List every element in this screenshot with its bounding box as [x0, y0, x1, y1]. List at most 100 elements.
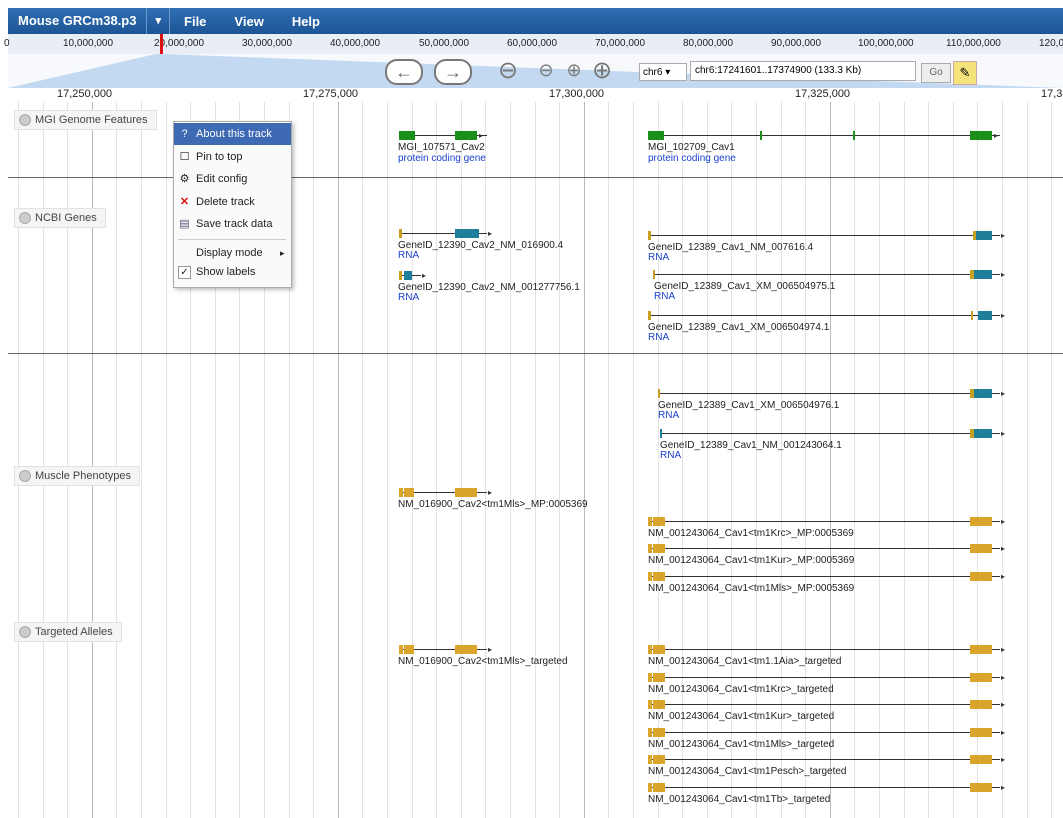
overview-tick: 0: [4, 38, 10, 49]
zoom-in-icon: ⊕: [566, 59, 582, 80]
track-menu-icon[interactable]: [19, 114, 31, 126]
exon-box: [648, 755, 652, 764]
menu-item-label: About this track: [196, 128, 272, 140]
exon-box: [455, 488, 477, 497]
feature-label: NM_001243064_Cav1<tm1Pesch>_targeted: [648, 766, 847, 777]
ruler-tick: 17,325,000: [795, 88, 851, 100]
exon-box: [648, 311, 651, 320]
menu-item-pin-to-top[interactable]: ☐ Pin to top: [174, 146, 291, 168]
exon-box: [653, 783, 665, 792]
strand-arrow-icon: ▸: [488, 645, 493, 654]
gear-icon: ⚙: [179, 173, 190, 185]
location-input[interactable]: chr6:17241601..17374900 (133.3 Kb): [690, 61, 916, 81]
feature-label: NM_016900_Cav2<tm1Mls>_targeted: [398, 656, 568, 667]
genome-dropdown-icon[interactable]: ▾: [147, 8, 171, 34]
grid-line: [436, 102, 437, 818]
feature-label: NM_001243064_Cav1<tm1Mls>_MP:0005369: [648, 583, 855, 594]
exon-box: [970, 131, 992, 140]
gene-line: [648, 548, 1000, 549]
track-menu-icon[interactable]: [19, 212, 31, 224]
exon-box: [970, 572, 992, 581]
strand-arrow-icon: ▸: [422, 271, 427, 280]
overview-position-marker[interactable]: [160, 34, 163, 56]
exon-box: [653, 572, 665, 581]
exon-box: [974, 389, 992, 398]
exon-box: [648, 783, 652, 792]
track-label-mgi[interactable]: MGI Genome Features: [14, 110, 157, 130]
track-menu-icon[interactable]: [19, 626, 31, 638]
zoom-in-button[interactable]: ⊕: [563, 59, 585, 81]
chromosome-select[interactable]: chr6 ▾: [639, 63, 687, 81]
exon-box: [648, 131, 664, 140]
strand-arrow-icon: ▸: [994, 131, 999, 140]
exon-box: [970, 728, 992, 737]
menu-item-label: Delete track: [196, 196, 255, 208]
grid-line: [485, 102, 486, 818]
gene-line: [648, 521, 1000, 522]
feature-description: protein coding gene: [398, 153, 486, 164]
menu-view[interactable]: View: [220, 14, 277, 29]
zoom-in-large-button[interactable]: ⊕: [591, 57, 613, 84]
exon-box: [660, 429, 662, 438]
help-icon: ?: [181, 128, 188, 140]
exon-box: [653, 270, 655, 279]
gene-line: [648, 677, 1000, 678]
menu-file[interactable]: File: [170, 14, 220, 29]
strand-arrow-icon: ▸: [1001, 783, 1006, 792]
exon-box: [399, 229, 402, 238]
grid-line: [928, 102, 929, 818]
strand-arrow-icon: ▸: [1001, 270, 1006, 279]
track-label-ncbi[interactable]: NCBI Genes: [14, 208, 106, 228]
exon-box: [971, 311, 973, 320]
go-button[interactable]: Go: [921, 63, 951, 83]
menu-item-delete-track[interactable]: ✕ Delete track: [174, 191, 291, 213]
strand-arrow-icon: ▸: [1001, 572, 1006, 581]
highlight-icon[interactable]: ✎: [953, 61, 977, 85]
track-label-text: MGI Genome Features: [35, 114, 148, 126]
feature-description: RNA: [648, 332, 670, 343]
menu-item-label: Pin to top: [196, 151, 243, 163]
track-area[interactable]: MGI Genome Features NCBI Genes Muscle Ph…: [8, 102, 1063, 818]
exon-box: [648, 645, 652, 654]
grid-line: [1002, 102, 1003, 818]
exon-box: [653, 673, 665, 682]
menu-item-edit-config[interactable]: ⚙ Edit config: [174, 168, 291, 190]
track-separator: [8, 353, 1063, 354]
exon-box: [648, 517, 652, 526]
overview-tick: 60,000,000: [507, 38, 558, 49]
chromosome-overview[interactable]: 0 10,000,000 20,000,000 30,000,000 40,00…: [4, 34, 1063, 56]
pan-right-button[interactable]: →: [434, 59, 472, 85]
grid-line: [510, 102, 511, 818]
exon-box: [648, 231, 651, 240]
grid-line: [904, 102, 905, 818]
track-separator: [8, 177, 1063, 178]
track-label-targeted[interactable]: Targeted Alleles: [14, 622, 122, 642]
exon-box: [970, 755, 992, 764]
gene-line: [648, 787, 1000, 788]
genome-selector[interactable]: Mouse GRCm38.p3: [8, 8, 148, 34]
pan-left-button[interactable]: ←: [385, 59, 423, 85]
track-context-menu: ? About this track ☐ Pin to top ⚙ Edit conf…: [173, 121, 292, 288]
zoom-out-large-button[interactable]: ⊖: [497, 57, 519, 84]
strand-arrow-icon: ▸: [1001, 673, 1006, 682]
menu-item-save-track-data[interactable]: ▤ Save track data: [174, 213, 291, 235]
grid-line: [387, 102, 388, 818]
feature-label: GeneID_12389_Cav1_XM_006504976.1: [658, 400, 840, 411]
overview-tick: 100,000,000: [858, 38, 914, 49]
zoom-out-button[interactable]: ⊖: [535, 59, 557, 81]
track-menu-icon[interactable]: [19, 470, 31, 482]
track-label-muscle[interactable]: Muscle Phenotypes: [14, 466, 140, 486]
menu-item-about-track[interactable]: ? About this track: [174, 123, 291, 145]
feature-label: NM_016900_Cav2<tm1Mls>_MP:0005369: [398, 499, 588, 510]
feature-label: NM_001243064_Cav1<tm1Tb>_targeted: [648, 794, 831, 805]
menu-bar: Mouse GRCm38.p3 ▾ File View Help: [8, 8, 1063, 34]
feature-label: NM_001243064_Cav1<tm1Mls>_targeted: [648, 739, 835, 750]
strand-arrow-icon: ▸: [1001, 517, 1006, 526]
menu-help[interactable]: Help: [278, 14, 334, 29]
menu-item-show-labels[interactable]: ✓ Show labels: [174, 261, 291, 283]
zoom-out-icon: ⊖: [497, 56, 519, 84]
exon-box: [653, 700, 665, 709]
overview-tick: 70,000,000: [595, 38, 646, 49]
grid-line-major: [584, 102, 585, 818]
overview-tick: 110,000,000: [946, 38, 1001, 49]
